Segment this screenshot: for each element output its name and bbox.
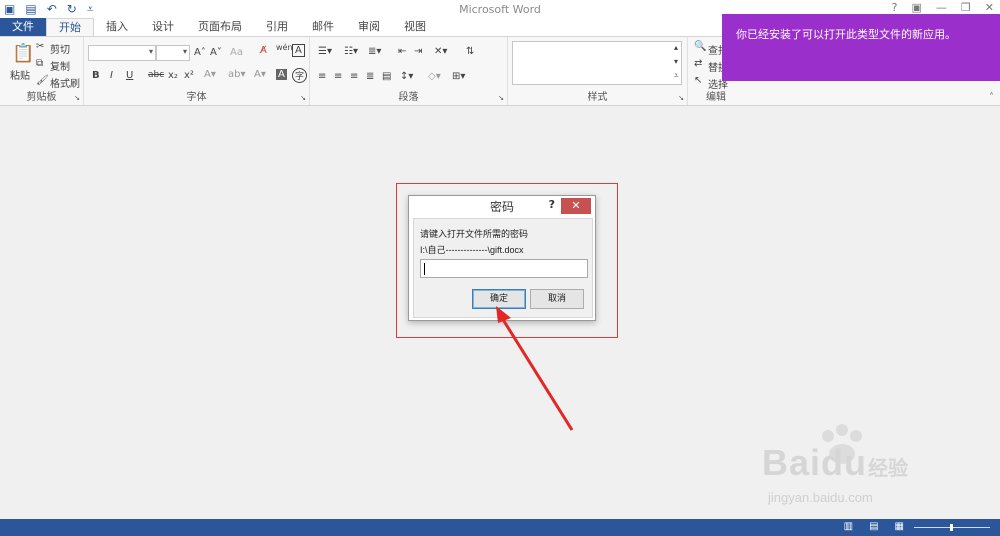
- print-layout-icon[interactable]: ▤: [869, 521, 878, 532]
- view-buttons: ▥ ▤ ▦: [844, 521, 904, 532]
- zoom-slider[interactable]: [914, 524, 990, 531]
- watermark-url: jingyan.baidu.com: [768, 490, 873, 505]
- baidu-watermark: Baidu 经验 jingyan.baidu.com: [742, 424, 952, 516]
- watermark-cn: 经验: [868, 456, 908, 480]
- zoom-thumb[interactable]: [950, 524, 953, 531]
- web-layout-icon[interactable]: ▦: [895, 521, 904, 532]
- status-bar: ▥ ▤ ▦: [0, 519, 1000, 536]
- read-mode-icon[interactable]: ▥: [844, 521, 853, 532]
- watermark-brand: Baidu: [762, 442, 868, 483]
- arrow-head: [496, 306, 511, 323]
- arrow-shaft: [500, 317, 574, 431]
